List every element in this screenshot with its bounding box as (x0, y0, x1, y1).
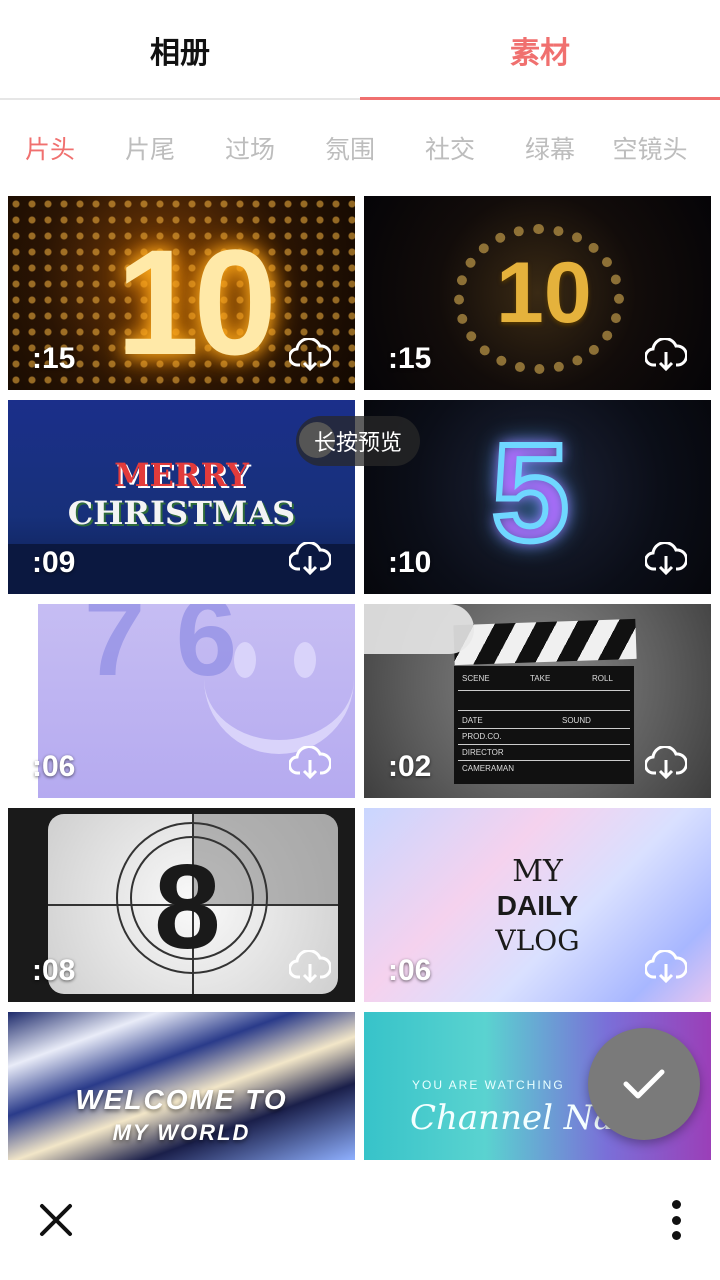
tab-material[interactable]: 素材 (360, 0, 720, 102)
category-opening[interactable]: 片头 (0, 130, 100, 166)
category-transition[interactable]: 过场 (200, 130, 300, 166)
tab-album[interactable]: 相册 (0, 0, 360, 100)
clapper-label: TAKE (530, 674, 551, 683)
clapper-label: SCENE (462, 674, 490, 683)
material-tile[interactable]: 10 :15 (364, 196, 711, 390)
top-tab-bar: 相册 素材 (0, 0, 720, 102)
material-tile[interactable]: 8 :08 (8, 808, 355, 1002)
more-vertical-icon[interactable] (656, 1200, 696, 1240)
long-press-preview-tooltip: 长按预览 (296, 416, 421, 466)
thumbnail-text: MERRY (114, 456, 249, 494)
thumbnail-text: 10 (496, 245, 592, 341)
duration-label: :15 (32, 342, 76, 375)
thumbnail-text: 10 (116, 218, 277, 386)
material-tile[interactable]: SCENE TAKE ROLL DATE SOUND PROD.CO. DIRE… (364, 604, 711, 798)
cloud-download-icon[interactable] (289, 542, 331, 576)
material-tile[interactable]: 10 :15 (8, 196, 355, 390)
category-empty-shot[interactable]: 空镜头 (600, 130, 700, 166)
duration-label: :10 (388, 546, 432, 579)
thumbnail-text: DAILY (496, 890, 579, 921)
cloud-download-icon[interactable] (645, 542, 687, 576)
thumbnail: WELCOME TO MY WORLD (8, 1012, 355, 1160)
clapper-label: PROD.CO. (462, 732, 502, 741)
cloud-download-icon[interactable] (645, 338, 687, 372)
clapper-label: SOUND (562, 716, 591, 725)
cloud-download-icon[interactable] (645, 950, 687, 984)
duration-label: :15 (388, 342, 432, 375)
duration-label: :09 (32, 546, 76, 579)
duration-label: :06 (32, 750, 76, 783)
thumbnail-text: MY WORLD (112, 1120, 251, 1145)
clapper-label: DATE (462, 716, 483, 725)
clapper-label: CAMERAMAN (462, 764, 515, 773)
confirm-button[interactable] (588, 1028, 700, 1140)
thumbnail-text: 5 (489, 413, 572, 573)
material-grid: 10 :15 10 :15 长按预览 MERRY CHRISTMAS :09 5… (0, 196, 720, 1160)
thumbnail-text: 7 6 (84, 604, 237, 699)
category-atmosphere[interactable]: 氛围 (300, 130, 400, 166)
material-tile[interactable]: 7 6 :06 (8, 604, 355, 798)
thumbnail-text: WELCOME TO (75, 1084, 288, 1115)
check-icon (623, 1069, 665, 1099)
material-tile[interactable]: MY DAILY VLOG :06 (364, 808, 711, 1002)
cloud-download-icon[interactable] (289, 950, 331, 984)
cloud-download-icon[interactable] (289, 746, 331, 780)
thumbnail-text: MY (512, 854, 563, 889)
close-icon[interactable] (34, 1198, 78, 1242)
duration-label: :06 (388, 954, 432, 987)
duration-label: :08 (32, 954, 76, 987)
category-ending[interactable]: 片尾 (100, 130, 200, 166)
cloud-download-icon[interactable] (645, 746, 687, 780)
thumbnail-text: YOU ARE WATCHING (412, 1078, 565, 1092)
material-tile[interactable]: WELCOME TO MY WORLD (8, 1012, 355, 1160)
clapperboard: SCENE TAKE ROLL DATE SOUND PROD.CO. DIRE… (454, 666, 634, 784)
category-bar: 片头 片尾 过场 氛围 社交 绿幕 空镜头 (0, 100, 720, 196)
clapper-label: DIRECTOR (462, 748, 504, 757)
category-social[interactable]: 社交 (400, 130, 500, 166)
duration-label: :02 (388, 750, 432, 783)
thumbnail-text: 8 (154, 840, 221, 974)
category-green-screen[interactable]: 绿幕 (500, 130, 600, 166)
bottom-bar (0, 1160, 720, 1280)
thumbnail-text: CHRISTMAS (67, 494, 296, 532)
cloud-download-icon[interactable] (289, 338, 331, 372)
clapper-label: ROLL (592, 674, 613, 683)
